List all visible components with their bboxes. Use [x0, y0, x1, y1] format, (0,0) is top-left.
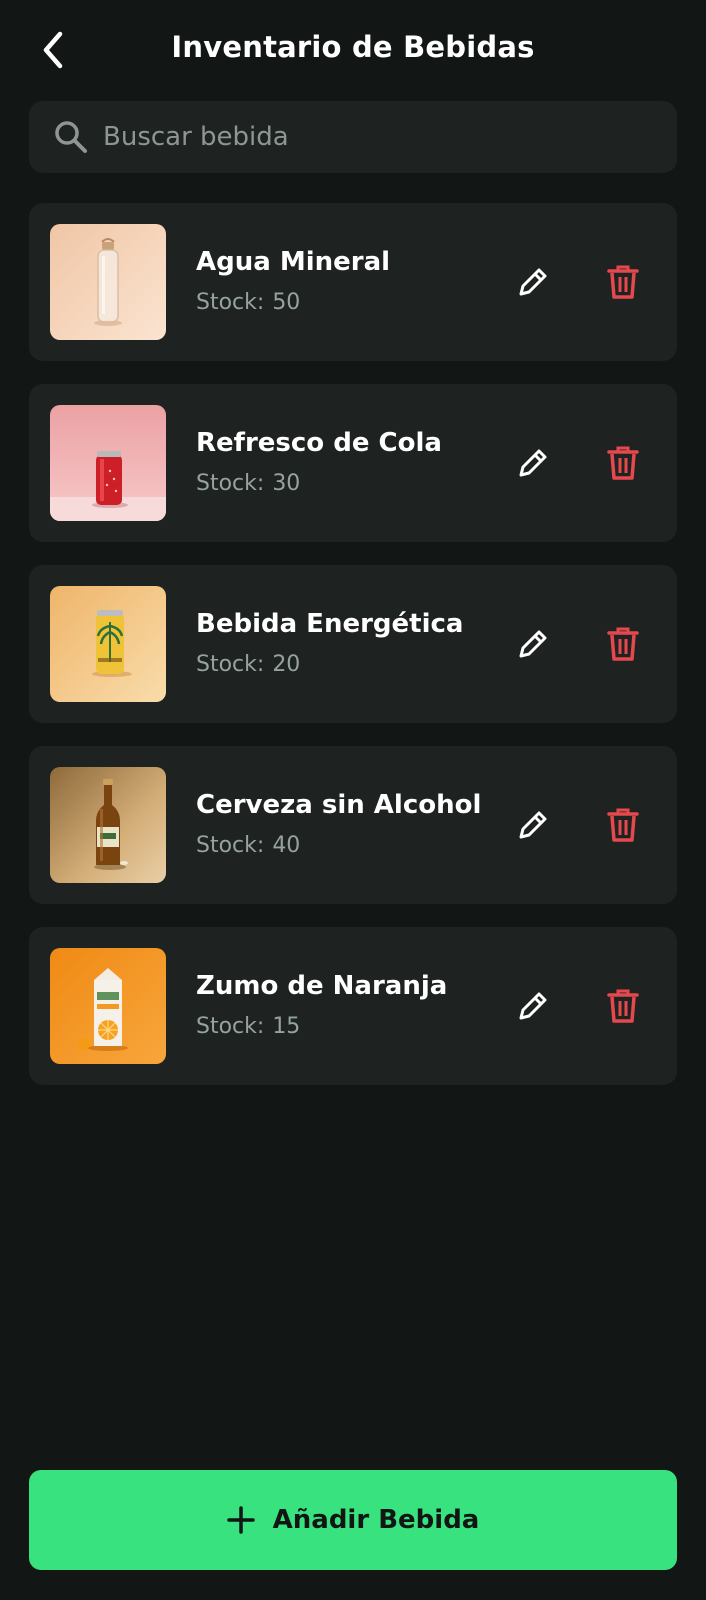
add-drink-label: Añadir Bebida — [272, 1505, 480, 1535]
search-bar[interactable] — [29, 101, 677, 173]
drink-image-water-bottle — [50, 224, 166, 340]
edit-button[interactable] — [511, 803, 555, 847]
drink-name: Agua Mineral — [196, 247, 391, 277]
stock-value: 40 — [272, 833, 301, 858]
drink-stock: Stock: 15 — [196, 1014, 300, 1039]
drink-name: Bebida Energética — [196, 609, 464, 639]
edit-button[interactable] — [511, 984, 555, 1028]
drink-stock: Stock: 30 — [196, 471, 300, 496]
app-header: Inventario de Bebidas — [0, 0, 706, 100]
delete-button[interactable] — [601, 803, 645, 847]
stock-value: 30 — [272, 471, 301, 496]
delete-button[interactable] — [601, 984, 645, 1028]
stock-label: Stock: — [196, 471, 265, 496]
search-icon — [55, 121, 87, 153]
list-item: Cerveza sin Alcohol Stock: 40 — [29, 746, 677, 904]
drink-name: Zumo de Naranja — [196, 971, 448, 1001]
trash-icon — [607, 808, 639, 842]
drink-stock: Stock: 40 — [196, 833, 300, 858]
trash-icon — [607, 265, 639, 299]
drink-stock: Stock: 50 — [196, 290, 300, 315]
list-item: Zumo de Naranja Stock: 15 — [29, 927, 677, 1085]
stock-value: 15 — [272, 1014, 301, 1039]
drink-image-orange-juice-carton — [50, 948, 166, 1064]
drink-image-energy-drink-can — [50, 586, 166, 702]
pencil-icon — [519, 268, 547, 296]
edit-button[interactable] — [511, 441, 555, 485]
delete-button[interactable] — [601, 441, 645, 485]
drink-image-cola-can — [50, 405, 166, 521]
stock-label: Stock: — [196, 1014, 265, 1039]
delete-button[interactable] — [601, 260, 645, 304]
list-item: Refresco de Cola Stock: 30 — [29, 384, 677, 542]
delete-button[interactable] — [601, 622, 645, 666]
stock-value: 50 — [272, 290, 301, 315]
drink-image-beer-bottle — [50, 767, 166, 883]
pencil-icon — [519, 811, 547, 839]
plus-icon — [226, 1506, 255, 1534]
pencil-icon — [519, 630, 547, 658]
trash-icon — [607, 446, 639, 480]
list-item: Agua Mineral Stock: 50 — [29, 203, 677, 361]
page-title: Inventario de Bebidas — [171, 30, 535, 64]
drink-name: Refresco de Cola — [196, 428, 442, 458]
drink-list: Agua Mineral Stock: 50 Refresco de Cola … — [29, 203, 677, 1108]
add-drink-button[interactable]: Añadir Bebida — [29, 1470, 677, 1570]
stock-value: 20 — [272, 652, 301, 677]
stock-label: Stock: — [196, 652, 265, 677]
edit-button[interactable] — [511, 622, 555, 666]
pencil-icon — [519, 992, 547, 1020]
trash-icon — [607, 989, 639, 1023]
pencil-icon — [519, 449, 547, 477]
edit-button[interactable] — [511, 260, 555, 304]
stock-label: Stock: — [196, 833, 265, 858]
list-item: Bebida Energética Stock: 20 — [29, 565, 677, 723]
search-input[interactable] — [101, 121, 645, 153]
drink-name: Cerveza sin Alcohol — [196, 790, 482, 820]
stock-label: Stock: — [196, 290, 265, 315]
drink-stock: Stock: 20 — [196, 652, 300, 677]
trash-icon — [607, 627, 639, 661]
